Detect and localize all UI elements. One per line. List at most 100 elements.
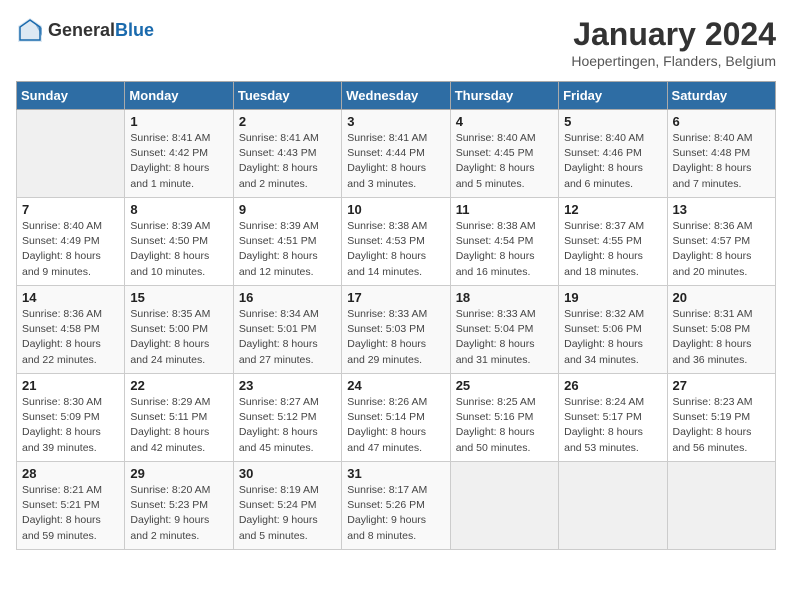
day-number: 31 xyxy=(347,466,444,481)
day-number: 2 xyxy=(239,114,336,129)
calendar-day-cell: 21 Sunrise: 8:30 AMSunset: 5:09 PMDayligh… xyxy=(17,374,125,462)
day-info: Sunrise: 8:40 AMSunset: 4:48 PMDaylight:… xyxy=(673,131,770,192)
calendar-header-row: SundayMondayTuesdayWednesdayThursdayFrid… xyxy=(17,82,776,110)
calendar-day-cell: 15Sunrise: 8:35 AMSunset: 5:00 PMDayligh… xyxy=(125,286,233,374)
month-year-title: January 2024 xyxy=(571,16,776,53)
calendar-day-cell: 8Sunrise: 8:39 AMSunset: 4:50 PMDaylight… xyxy=(125,198,233,286)
day-number: 14 xyxy=(22,290,119,305)
calendar-day-cell: 29 Sunrise: 8:20 AMSunset: 5:23 PMDayligh… xyxy=(125,462,233,550)
calendar-day-header: Thursday xyxy=(450,82,558,110)
day-number: 3 xyxy=(347,114,444,129)
day-info: Sunrise: 8:33 AMSunset: 5:03 PMDaylight:… xyxy=(347,307,444,368)
calendar-week-row: 1Sunrise: 8:41 AMSunset: 4:42 PMDaylight… xyxy=(17,110,776,198)
calendar-day-cell: 13 Sunrise: 8:36 AMSunset: 4:57 PMDayligh… xyxy=(667,198,775,286)
day-info: Sunrise: 8:30 AMSunset: 5:09 PMDaylight:… xyxy=(22,395,119,456)
day-number: 12 xyxy=(564,202,661,217)
day-number: 30 xyxy=(239,466,336,481)
day-number: 5 xyxy=(564,114,661,129)
calendar-day-header: Wednesday xyxy=(342,82,450,110)
day-number: 18 xyxy=(456,290,553,305)
logo-blue: Blue xyxy=(115,20,154,40)
day-info: Sunrise: 8:19 AMSunset: 5:24 PMDaylight:… xyxy=(239,483,336,544)
day-info: Sunrise: 8:40 AMSunset: 4:46 PMDaylight:… xyxy=(564,131,661,192)
calendar-day-cell xyxy=(450,462,558,550)
day-info: Sunrise: 8:41 AMSunset: 4:44 PMDaylight:… xyxy=(347,131,444,192)
day-number: 25 xyxy=(456,378,553,393)
day-info: Sunrise: 8:36 AMSunset: 4:57 PMDaylight:… xyxy=(673,219,770,280)
day-number: 19 xyxy=(564,290,661,305)
calendar-day-cell: 10 Sunrise: 8:38 AMSunset: 4:53 PMDayligh… xyxy=(342,198,450,286)
calendar-week-row: 7 Sunrise: 8:40 AMSunset: 4:49 PMDaylight… xyxy=(17,198,776,286)
calendar-day-cell: 31Sunrise: 8:17 AMSunset: 5:26 PMDayligh… xyxy=(342,462,450,550)
calendar-day-cell: 3 Sunrise: 8:41 AMSunset: 4:44 PMDaylight… xyxy=(342,110,450,198)
day-info: Sunrise: 8:31 AMSunset: 5:08 PMDaylight:… xyxy=(673,307,770,368)
day-info: Sunrise: 8:24 AMSunset: 5:17 PMDaylight:… xyxy=(564,395,661,456)
calendar-day-cell: 25Sunrise: 8:25 AMSunset: 5:16 PMDayligh… xyxy=(450,374,558,462)
calendar-week-row: 28Sunrise: 8:21 AMSunset: 5:21 PMDayligh… xyxy=(17,462,776,550)
day-info: Sunrise: 8:33 AMSunset: 5:04 PMDaylight:… xyxy=(456,307,553,368)
day-number: 29 xyxy=(130,466,227,481)
logo-general: General xyxy=(48,20,115,40)
calendar-day-cell: 16 Sunrise: 8:34 AMSunset: 5:01 PMDayligh… xyxy=(233,286,341,374)
calendar-day-header: Monday xyxy=(125,82,233,110)
logo-icon xyxy=(16,16,44,44)
day-number: 1 xyxy=(130,114,227,129)
calendar-day-cell: 27Sunrise: 8:23 AMSunset: 5:19 PMDayligh… xyxy=(667,374,775,462)
day-info: Sunrise: 8:34 AMSunset: 5:01 PMDaylight:… xyxy=(239,307,336,368)
page-header: GeneralBlue January 2024 Hoepertingen, F… xyxy=(16,16,776,69)
day-number: 7 xyxy=(22,202,119,217)
calendar-day-cell: 17 Sunrise: 8:33 AMSunset: 5:03 PMDayligh… xyxy=(342,286,450,374)
title-block: January 2024 Hoepertingen, Flanders, Bel… xyxy=(571,16,776,69)
day-info: Sunrise: 8:39 AMSunset: 4:51 PMDaylight:… xyxy=(239,219,336,280)
calendar-week-row: 14 Sunrise: 8:36 AMSunset: 4:58 PMDayligh… xyxy=(17,286,776,374)
calendar-day-cell xyxy=(17,110,125,198)
calendar-day-cell: 11 Sunrise: 8:38 AMSunset: 4:54 PMDayligh… xyxy=(450,198,558,286)
day-number: 17 xyxy=(347,290,444,305)
calendar-day-header: Friday xyxy=(559,82,667,110)
day-number: 10 xyxy=(347,202,444,217)
logo-text: GeneralBlue xyxy=(48,20,154,41)
day-number: 22 xyxy=(130,378,227,393)
calendar-day-header: Saturday xyxy=(667,82,775,110)
calendar-day-header: Sunday xyxy=(17,82,125,110)
day-number: 23 xyxy=(239,378,336,393)
day-info: Sunrise: 8:26 AMSunset: 5:14 PMDaylight:… xyxy=(347,395,444,456)
calendar-day-cell: 23Sunrise: 8:27 AMSunset: 5:12 PMDayligh… xyxy=(233,374,341,462)
calendar-day-cell: 7 Sunrise: 8:40 AMSunset: 4:49 PMDaylight… xyxy=(17,198,125,286)
day-number: 9 xyxy=(239,202,336,217)
calendar-day-cell: 2 Sunrise: 8:41 AMSunset: 4:43 PMDaylight… xyxy=(233,110,341,198)
day-info: Sunrise: 8:20 AMSunset: 5:23 PMDaylight:… xyxy=(130,483,227,544)
day-number: 13 xyxy=(673,202,770,217)
calendar-day-cell: 4 Sunrise: 8:40 AMSunset: 4:45 PMDaylight… xyxy=(450,110,558,198)
calendar-day-header: Tuesday xyxy=(233,82,341,110)
day-info: Sunrise: 8:40 AMSunset: 4:45 PMDaylight:… xyxy=(456,131,553,192)
day-info: Sunrise: 8:23 AMSunset: 5:19 PMDaylight:… xyxy=(673,395,770,456)
day-info: Sunrise: 8:36 AMSunset: 4:58 PMDaylight:… xyxy=(22,307,119,368)
day-info: Sunrise: 8:29 AMSunset: 5:11 PMDaylight:… xyxy=(130,395,227,456)
calendar-week-row: 21 Sunrise: 8:30 AMSunset: 5:09 PMDayligh… xyxy=(17,374,776,462)
day-number: 26 xyxy=(564,378,661,393)
day-info: Sunrise: 8:38 AMSunset: 4:54 PMDaylight:… xyxy=(456,219,553,280)
day-info: Sunrise: 8:37 AMSunset: 4:55 PMDaylight:… xyxy=(564,219,661,280)
day-number: 21 xyxy=(22,378,119,393)
day-info: Sunrise: 8:38 AMSunset: 4:53 PMDaylight:… xyxy=(347,219,444,280)
day-info: Sunrise: 8:40 AMSunset: 4:49 PMDaylight:… xyxy=(22,219,119,280)
day-number: 4 xyxy=(456,114,553,129)
day-info: Sunrise: 8:32 AMSunset: 5:06 PMDaylight:… xyxy=(564,307,661,368)
calendar-day-cell: 14 Sunrise: 8:36 AMSunset: 4:58 PMDayligh… xyxy=(17,286,125,374)
calendar-day-cell: 26 Sunrise: 8:24 AMSunset: 5:17 PMDayligh… xyxy=(559,374,667,462)
calendar-day-cell xyxy=(559,462,667,550)
calendar-day-cell: 19 Sunrise: 8:32 AMSunset: 5:06 PMDayligh… xyxy=(559,286,667,374)
day-info: Sunrise: 8:21 AMSunset: 5:21 PMDaylight:… xyxy=(22,483,119,544)
calendar-day-cell: 24Sunrise: 8:26 AMSunset: 5:14 PMDayligh… xyxy=(342,374,450,462)
logo: GeneralBlue xyxy=(16,16,154,44)
calendar-day-cell: 22 Sunrise: 8:29 AMSunset: 5:11 PMDayligh… xyxy=(125,374,233,462)
day-info: Sunrise: 8:39 AMSunset: 4:50 PMDaylight:… xyxy=(130,219,227,280)
day-number: 6 xyxy=(673,114,770,129)
calendar-day-cell: 12 Sunrise: 8:37 AMSunset: 4:55 PMDayligh… xyxy=(559,198,667,286)
day-number: 11 xyxy=(456,202,553,217)
day-info: Sunrise: 8:35 AMSunset: 5:00 PMDaylight:… xyxy=(130,307,227,368)
day-number: 20 xyxy=(673,290,770,305)
day-info: Sunrise: 8:41 AMSunset: 4:43 PMDaylight:… xyxy=(239,131,336,192)
day-number: 16 xyxy=(239,290,336,305)
